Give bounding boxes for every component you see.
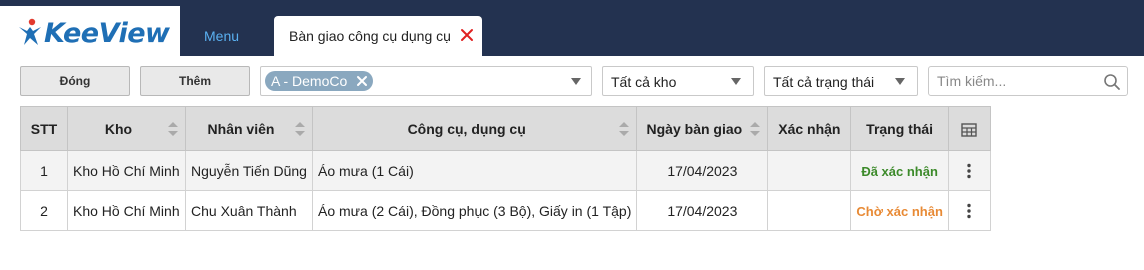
table-row[interactable]: 1 Kho Hồ Chí Minh Nguyễn Tiến Dũng Áo mư… xyxy=(20,150,991,191)
table-row[interactable]: 2 Kho Hồ Chí Minh Chu Xuân Thành Áo mưa … xyxy=(20,190,991,231)
close-icon[interactable] xyxy=(460,28,474,42)
cell-trang-thai: Đã xác nhận xyxy=(850,150,949,191)
menu-link[interactable]: Menu xyxy=(204,28,239,44)
status-select-value: Tất cả trạng thái xyxy=(773,74,875,90)
caret-down-icon[interactable] xyxy=(895,78,905,85)
app-header: KeeView Menu Bàn giao công cụ dụng cụ xyxy=(0,0,1144,56)
close-button[interactable]: Đóng xyxy=(20,66,130,96)
logo-area[interactable]: KeeView xyxy=(0,6,180,56)
cell-trang-thai: Chờ xác nhận xyxy=(850,190,949,231)
cell-cong-cu: Áo mưa (2 Cái), Đồng phục (3 Bộ), Giấy i… xyxy=(311,190,638,231)
warehouse-select-value: Tất cả kho xyxy=(611,74,677,90)
column-header-cong-cu[interactable]: Công cụ, dụng cụ xyxy=(311,106,638,151)
column-header-label: Công cụ, dụng cụ xyxy=(407,120,526,137)
column-header-stt: STT xyxy=(20,106,68,151)
column-header-label: STT xyxy=(30,120,58,137)
cell-kho: Kho Hồ Chí Minh xyxy=(67,150,186,191)
sort-icon[interactable] xyxy=(749,120,761,138)
cell-xac-nhan xyxy=(767,190,852,231)
handover-table: STT Kho Nhân viên Công cụ, dụng cụ Ngày … xyxy=(20,106,991,231)
sort-icon[interactable] xyxy=(618,120,630,138)
cell-stt: 1 xyxy=(20,150,68,191)
kebab-menu-icon[interactable] xyxy=(967,203,972,219)
status-badge: Chờ xác nhận xyxy=(856,203,943,219)
cell-kho: Kho Hồ Chí Minh xyxy=(67,190,186,231)
table-columns-icon[interactable] xyxy=(961,122,978,137)
caret-down-icon[interactable] xyxy=(571,78,581,85)
cell-nhan-vien: Chu Xuân Thành xyxy=(185,190,313,231)
tab-ban-giao[interactable]: Bàn giao công cụ dụng cụ xyxy=(274,16,482,56)
column-header-label: Ngày bàn giao xyxy=(646,120,743,137)
cell-actions xyxy=(947,190,991,231)
status-badge: Đã xác nhận xyxy=(861,163,938,179)
search-box[interactable] xyxy=(928,66,1128,96)
column-header-ngay-ban-giao[interactable]: Ngày bàn giao xyxy=(636,106,769,151)
company-chip-label: A - DemoCo xyxy=(271,73,348,89)
column-header-label: Nhân viên xyxy=(207,120,275,137)
cell-cong-cu: Áo mưa (1 Cái) xyxy=(311,150,638,191)
column-header-nhan-vien[interactable]: Nhân viên xyxy=(185,106,313,151)
search-input[interactable] xyxy=(937,72,1097,90)
logo-text: KeeView xyxy=(44,18,170,49)
company-select[interactable]: A - DemoCo xyxy=(260,66,592,96)
sort-icon[interactable] xyxy=(294,120,306,138)
cell-xac-nhan xyxy=(767,150,852,191)
add-button[interactable]: Thêm xyxy=(140,66,250,96)
column-header-label: Kho xyxy=(104,120,133,137)
sort-icon[interactable] xyxy=(167,120,179,138)
column-header-trang-thai: Trạng thái xyxy=(850,106,949,151)
column-header-xac-nhan: Xác nhận xyxy=(767,106,852,151)
search-icon[interactable] xyxy=(1103,73,1121,91)
cell-actions xyxy=(947,150,991,191)
caret-down-icon[interactable] xyxy=(731,78,741,85)
table-header-row: STT Kho Nhân viên Công cụ, dụng cụ Ngày … xyxy=(20,106,991,151)
navbar: Menu Bàn giao công cụ dụng cụ xyxy=(180,6,1144,56)
cell-ngay-ban-giao: 17/04/2023 xyxy=(636,190,769,231)
cell-ngay-ban-giao: 17/04/2023 xyxy=(636,150,769,191)
column-header-label: Xác nhận xyxy=(778,120,841,137)
tab-label: Bàn giao công cụ dụng cụ xyxy=(289,28,451,44)
column-header-label: Trạng thái xyxy=(866,120,934,137)
column-header-kho[interactable]: Kho xyxy=(67,106,186,151)
close-icon[interactable] xyxy=(355,74,369,88)
keeview-logo-icon xyxy=(19,18,41,45)
cell-nhan-vien: Nguyễn Tiến Dũng xyxy=(185,150,313,191)
company-chip: A - DemoCo xyxy=(265,71,374,91)
warehouse-select[interactable]: Tất cả kho xyxy=(602,66,754,96)
cell-stt: 2 xyxy=(20,190,68,231)
column-header-settings[interactable] xyxy=(947,106,991,151)
status-select[interactable]: Tất cả trạng thái xyxy=(764,66,918,96)
kebab-menu-icon[interactable] xyxy=(967,163,972,179)
